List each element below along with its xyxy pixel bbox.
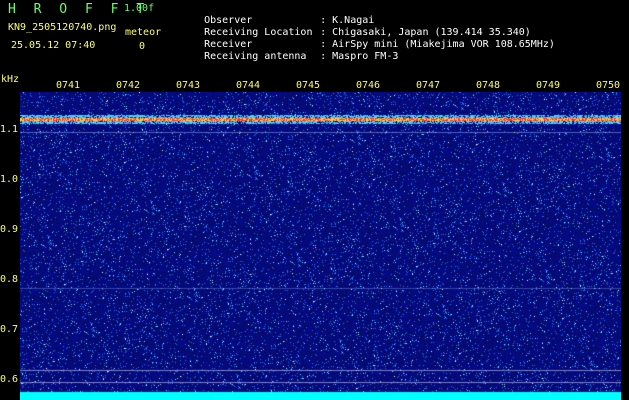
- meteor-count-label: meteor: [125, 27, 162, 38]
- x-tick-label: 0745: [296, 80, 321, 91]
- y-tick-label: 0.8: [0, 274, 19, 285]
- spectrogram-canvas: [20, 92, 621, 400]
- x-tick-label: 0749: [536, 80, 561, 91]
- y-tick-label: 0.9: [0, 224, 19, 235]
- x-tick-label: 0744: [236, 80, 261, 91]
- x-tick-label: 0742: [116, 80, 141, 91]
- info-value: : Maspro FM-3: [320, 51, 399, 62]
- version-label: 1.00f: [124, 3, 155, 14]
- y-tick-label: 0.7: [0, 324, 19, 335]
- x-tick-label: 0747: [416, 80, 441, 91]
- y-tick-label: 0.6: [0, 374, 19, 385]
- x-tick-label: 0743: [176, 80, 201, 91]
- header-panel: H R O F F T 1.00f KN9_2505120740.png 25.…: [0, 0, 629, 76]
- datetime-label: 25.05.12 07:40: [11, 40, 96, 51]
- x-tick-label: 0748: [476, 80, 501, 91]
- x-tick-label: 0746: [356, 80, 381, 91]
- filename-label: KN9_2505120740.png: [8, 22, 117, 33]
- y-tick-label: 1.1: [0, 124, 19, 135]
- x-tick-label: 0741: [56, 80, 81, 91]
- info-key: Receiving antenna: [204, 51, 307, 62]
- y-axis-title: kHz: [1, 74, 20, 85]
- info-antenna: Receiving antenna : Maspro FM-3: [180, 39, 398, 75]
- x-tick-label: 0750: [596, 80, 621, 91]
- y-tick-label: 1.0: [0, 174, 19, 185]
- meteor-count-value: 0: [139, 41, 146, 52]
